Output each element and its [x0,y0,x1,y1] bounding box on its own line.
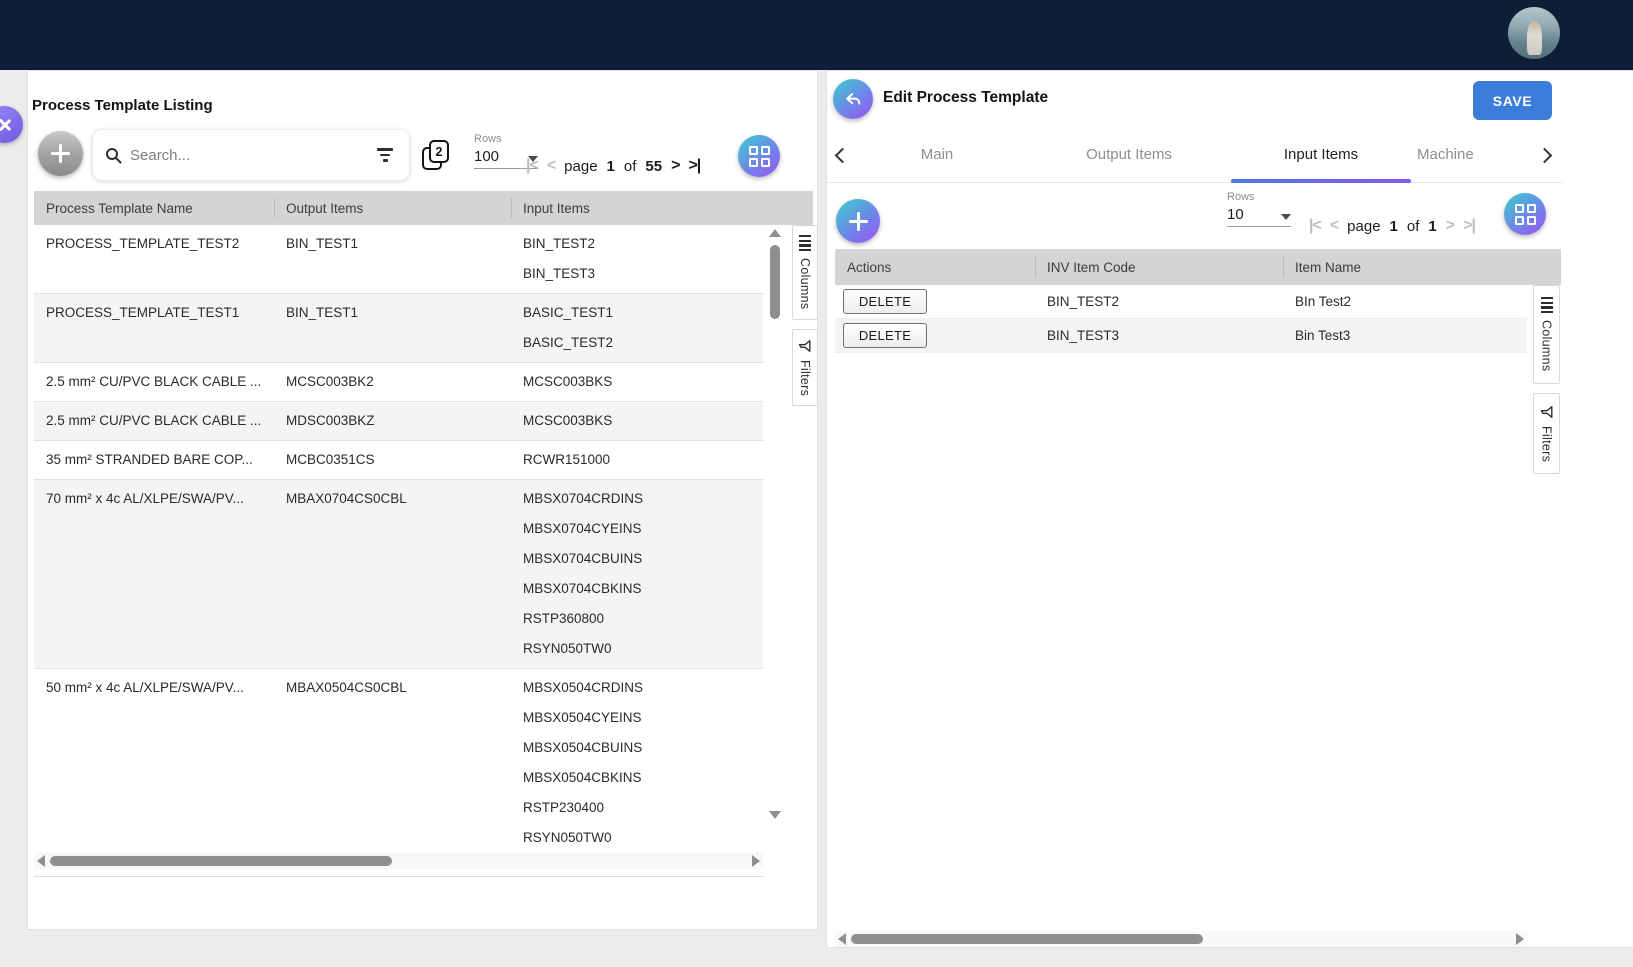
add-process-template-button[interactable] [38,131,83,176]
tab-output-items[interactable]: Output Items [1033,127,1225,182]
page-title: Process Template Listing [32,97,213,114]
columns-icon [1541,297,1553,313]
edit-tabbar: Main Output Items Input Items Machine [827,127,1563,183]
grid-view-icon [749,146,770,167]
scroll-right-arrow-icon[interactable] [752,855,760,867]
scroll-left-arrow-icon[interactable] [838,933,846,945]
search-icon [105,147,122,164]
table-side-tools: Columns Filters [1533,285,1560,474]
tab-machine[interactable]: Machine [1417,127,1537,182]
panel-title: Edit Process Template [883,89,1048,107]
rows-label: Rows [474,133,544,145]
page-sheet-front-icon: 2 [429,140,449,163]
page-word: page [564,158,597,175]
table-bottom-border [34,876,763,877]
current-page-number: 1 [1390,218,1398,235]
table-row[interactable]: PROCESS_TEMPLATE_TEST1 BIN_TEST1 BASIC_T… [34,294,763,363]
chevron-down-icon [1281,214,1291,220]
total-pages-number: 1 [1428,218,1436,235]
table-row[interactable]: PROCESS_TEMPLATE_TEST2 BIN_TEST1 BIN_TES… [34,225,763,294]
current-page-number: 1 [607,158,615,175]
total-pages-number: 55 [645,158,662,175]
delete-button[interactable]: DELETE [843,289,927,314]
multi-page-view-icon[interactable]: 2 [422,140,449,170]
horizontal-scrollbar-thumb[interactable] [851,934,1203,944]
rows-label: Rows [1227,191,1297,203]
input-items-table-header: Actions INV Item Code Item Name [835,249,1561,285]
tabs-scroll-right-icon[interactable] [1537,148,1553,164]
next-page-button[interactable]: > [1446,217,1454,235]
table-row[interactable]: DELETE BIN_TEST2 BIn Test2 [835,285,1527,319]
tabs: Main Output Items Input Items Machine [841,127,1537,182]
table-row[interactable]: 2.5 mm² CU/PVC BLACK CABLE ... MDSC003BK… [34,402,763,441]
scroll-left-arrow-icon[interactable] [37,855,45,867]
listing-table-body: PROCESS_TEMPLATE_TEST2 BIN_TEST1 BIN_TES… [34,225,763,847]
card-view-toggle-button[interactable] [738,135,780,177]
column-header-process-template-name[interactable]: Process Template Name [34,191,274,225]
filters-side-tab[interactable]: Filters [792,329,818,406]
grid-view-icon [1515,204,1536,225]
rows-per-page-select[interactable]: 10 [1227,206,1291,227]
column-header-output-items[interactable]: Output Items [274,191,511,225]
filter-funnel-icon [798,339,812,353]
panel-close-button[interactable] [0,106,23,143]
columns-side-tab[interactable]: Columns [792,225,818,320]
delete-button[interactable]: DELETE [843,323,927,348]
table-row[interactable]: DELETE BIN_TEST3 Bin Test3 [835,319,1527,353]
tab-main[interactable]: Main [841,127,1033,182]
search-box [92,129,410,181]
plus-icon [51,144,70,163]
filter-list-icon[interactable] [373,144,397,165]
pagination: |< < page 1 of 1 > >| [1309,217,1475,235]
table-row[interactable]: 35 mm² STRANDED BARE COP... MCBC0351CS R… [34,441,763,480]
column-header-actions[interactable]: Actions [835,249,1035,285]
vertical-scrollbar-thumb[interactable] [770,245,780,319]
vertical-scrollbar[interactable] [769,229,781,819]
table-row[interactable]: 2.5 mm² CU/PVC BLACK CABLE ... MCSC003BK… [34,363,763,402]
next-page-button[interactable]: > [671,157,679,175]
horizontal-scrollbar[interactable] [835,931,1527,947]
tab-input-items[interactable]: Input Items [1225,127,1417,182]
plus-icon [849,212,868,231]
top-navigation-bar [0,0,1633,70]
input-items-table-body: DELETE BIN_TEST2 BIn Test2 DELETE BIN_TE… [835,285,1527,353]
of-word: of [624,158,637,175]
back-arrow-icon [843,89,863,109]
scroll-down-arrow-icon[interactable] [769,811,781,819]
pagination: |< < page 1 of 55 > >| [526,157,700,175]
search-input[interactable] [130,147,373,164]
listing-table-header: Process Template Name Output Items Input… [34,191,813,225]
previous-page-button[interactable]: < [1330,217,1338,235]
edit-process-template-panel: Edit Process Template SAVE Main Output I… [826,70,1633,948]
process-template-listing-panel: Process Template Listing 2 Rows 100 |< <… [27,70,818,930]
filters-side-tab[interactable]: Filters [1533,393,1560,474]
page-word: page [1347,218,1380,235]
horizontal-scrollbar[interactable] [34,853,763,869]
back-button[interactable] [833,79,873,119]
previous-page-button[interactable]: < [547,157,555,175]
save-button[interactable]: SAVE [1473,81,1552,120]
column-header-inv-item-code[interactable]: INV Item Code [1035,249,1283,285]
column-header-item-name[interactable]: Item Name [1283,249,1527,285]
of-word: of [1407,218,1420,235]
table-side-tools: Columns Filters [792,225,818,406]
columns-icon [799,235,811,251]
user-avatar[interactable] [1508,7,1560,59]
table-row[interactable]: 50 mm² x 4c AL/XLPE/SWA/PV... MBAX0504CS… [34,669,763,847]
add-input-item-button[interactable] [836,199,880,243]
close-icon [0,117,12,132]
column-header-input-items[interactable]: Input Items [511,191,763,225]
horizontal-scrollbar-thumb[interactable] [50,856,392,866]
first-page-button[interactable]: |< [1309,217,1321,235]
last-page-button[interactable]: >| [1463,217,1475,235]
last-page-button[interactable]: >| [688,157,700,175]
rows-per-page-control: Rows 10 [1227,191,1297,227]
card-view-toggle-button[interactable] [1504,193,1546,235]
filter-funnel-icon [1540,405,1554,419]
scroll-right-arrow-icon[interactable] [1516,933,1524,945]
scroll-up-arrow-icon[interactable] [769,229,781,237]
columns-side-tab[interactable]: Columns [1533,285,1560,384]
first-page-button[interactable]: |< [526,157,538,175]
table-row[interactable]: 70 mm² x 4c AL/XLPE/SWA/PV... MBAX0704CS… [34,480,763,669]
